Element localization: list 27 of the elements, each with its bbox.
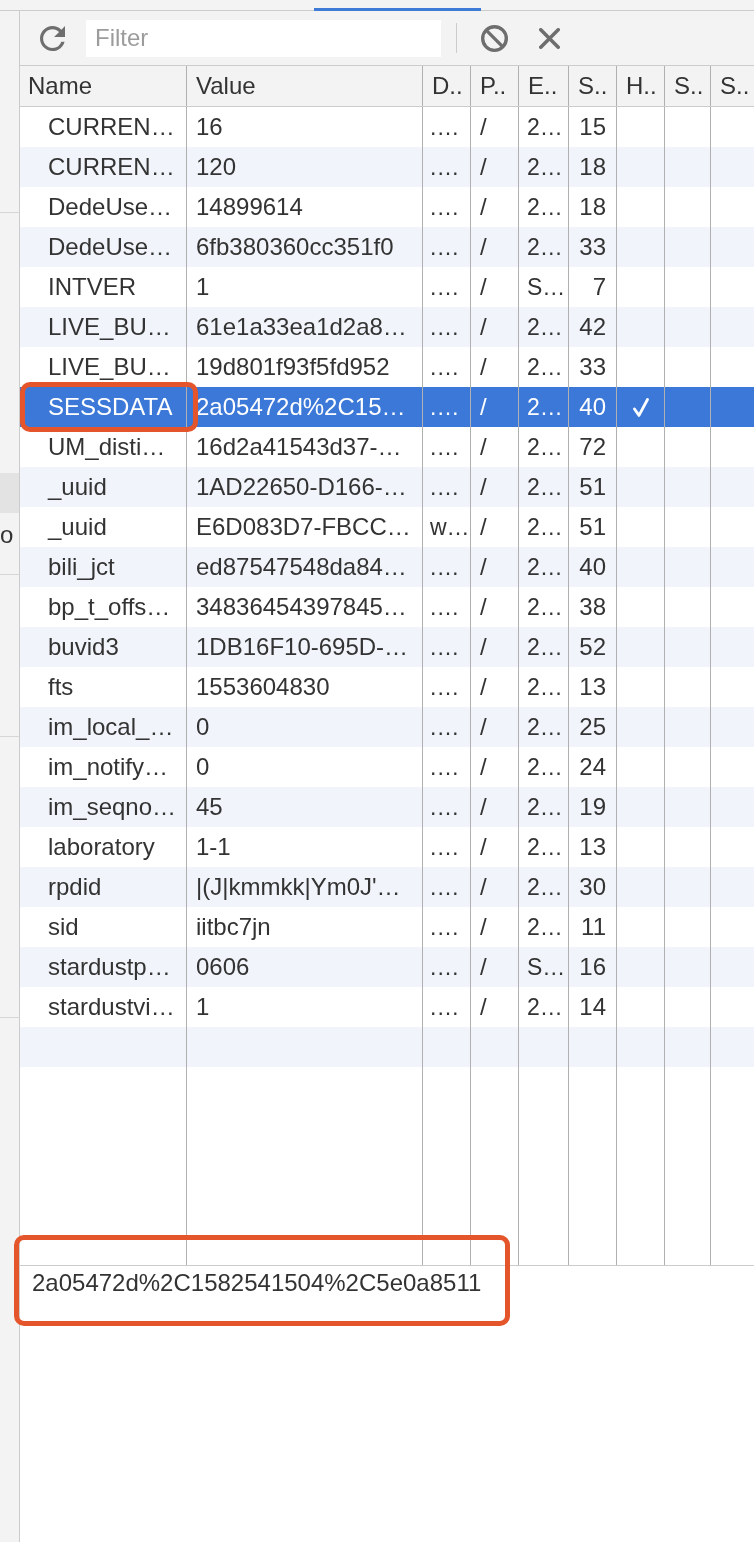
table-cell: SESSDATA xyxy=(20,387,187,427)
cookie-value-text: 2a05472d%2C1582541504%2C5e0a8511 xyxy=(32,1268,482,1298)
close-icon xyxy=(538,27,560,49)
column-header[interactable]: H.. xyxy=(617,66,665,106)
column-header[interactable]: S.. xyxy=(569,66,617,106)
table-row[interactable]: _uuid 1AD22650-D166-… .… / 2… 51 xyxy=(20,467,754,507)
table-row[interactable]: CURREN… 120 .… / 2… 18 xyxy=(20,147,754,187)
table-row[interactable]: bili_jct ed87547548da84… .… / 2… 40 xyxy=(20,547,754,587)
refresh-icon xyxy=(39,25,65,51)
table-row[interactable]: DedeUse… 6fb380360cc351f0 .… / 2… 33 xyxy=(20,227,754,267)
table-row[interactable]: im_local_… 0 .… / 2… 25 xyxy=(20,707,754,747)
table-row[interactable]: LIVE_BU… 61e1a33ea1d2a8… .… / 2… 42 xyxy=(20,307,754,347)
table-row[interactable]: rpdid |(J|kmmkk|Ym0J'… .… / 2… 30 xyxy=(20,867,754,907)
column-header[interactable]: Name xyxy=(20,66,187,106)
prohibited-icon xyxy=(480,24,508,52)
column-header[interactable]: S.. xyxy=(711,66,754,106)
table-row[interactable]: SESSDATA 2a05472d%2C15… .… / 2… 40 xyxy=(20,387,754,427)
table-row[interactable]: stardustp… 0606 .… / S… 16 xyxy=(20,947,754,987)
table-row[interactable]: buvid3 1DB16F10-695D-… .… / 2… 52 xyxy=(20,627,754,667)
column-header[interactable]: P.. xyxy=(471,66,519,106)
column-header[interactable]: S.. xyxy=(665,66,711,106)
table-row[interactable]: im_seqno… 45 .… / 2… 19 xyxy=(20,787,754,827)
column-header[interactable]: Value xyxy=(187,66,423,106)
column-header[interactable]: E.. xyxy=(519,66,569,106)
sidebar-item-label: o xyxy=(0,521,14,549)
column-header[interactable]: D.. xyxy=(423,66,471,106)
filter-field[interactable]: Filter xyxy=(86,19,441,57)
